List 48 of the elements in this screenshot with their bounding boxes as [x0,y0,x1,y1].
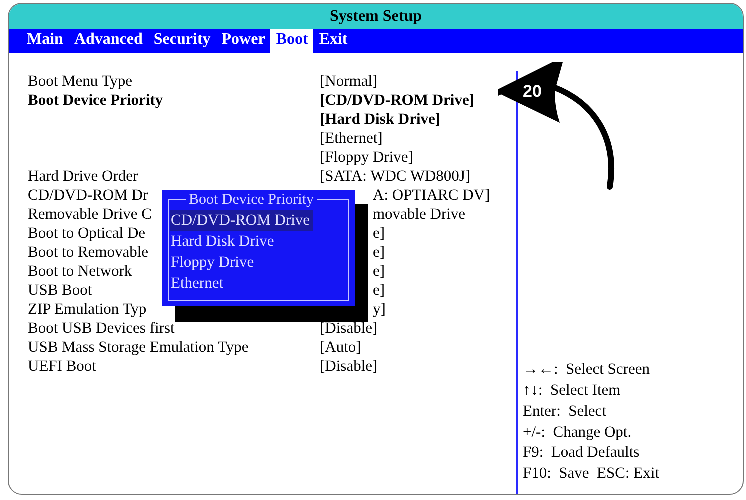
menu-tab[interactable]: Advanced [68,29,148,53]
key-hint: Enter: Select [523,402,606,422]
setting-value[interactable]: movable Drive [373,205,466,224]
setting-label: ZIP Emulation Typ [28,300,147,319]
setting-label: UEFI Boot [28,357,96,376]
setting-value[interactable]: [Disable] [320,357,378,376]
setting-value[interactable]: [Auto] [320,338,362,357]
key-hint: ↑↓: Select Item [523,381,621,402]
setting-value[interactable]: [SATA: WDC WD800J] [320,167,471,186]
setting-value[interactable]: [Normal] [320,72,378,91]
setting-value[interactable]: e] [373,262,386,281]
popup-option[interactable]: Ethernet [170,273,227,294]
setting-label: Boot Menu Type [28,72,133,91]
setting-value[interactable]: y] [373,300,386,319]
menu-tab[interactable]: Boot [270,29,314,53]
menu-tab[interactable]: Security [148,29,216,53]
setting-label: Boot to Optical De [28,224,146,243]
setting-value[interactable]: e] [373,224,386,243]
setting-value[interactable]: [CD/DVD-ROM Drive] [320,91,475,110]
key-hint: F10: Save ESC: Exit [523,464,660,484]
popup-option[interactable]: Floppy Drive [170,252,258,273]
setting-label: Removable Drive C [28,205,152,224]
setting-value[interactable]: e] [373,243,386,262]
popup-option[interactable]: CD/DVD-ROM Drive [170,210,314,231]
key-hint: F9: Load Defaults [523,443,640,464]
setting-label: Boot to Network [28,262,132,281]
setting-value[interactable]: [Floppy Drive] [320,148,414,167]
setting-label: Boot USB Devices first [28,319,175,338]
menu-tab[interactable]: Exit [313,29,353,53]
setting-value[interactable]: [Ethernet] [320,129,383,148]
menu-tab[interactable]: Power [216,29,270,53]
window-title: System Setup [330,8,422,26]
setting-label: Hard Drive Order [28,167,138,186]
setting-value[interactable]: [Disable] [320,319,378,338]
setting-label: Boot Device Priority [28,91,164,110]
key-hint: +/-: Change Opt. [523,422,632,443]
setting-value[interactable]: [Hard Disk Drive] [320,110,441,129]
setting-label: USB Mass Storage Emulation Type [28,338,249,357]
popup-option[interactable]: Hard Disk Drive [170,231,278,252]
setting-value[interactable]: A: OPTIARC DV] [373,186,490,205]
callout-number: 20 [523,83,542,101]
setting-label: CD/DVD-ROM Dr [28,186,148,205]
key-hint: →←: Select Screen [523,360,650,380]
setting-value[interactable]: e] [373,281,386,300]
setting-label: Boot to Removable [28,243,149,262]
setting-label: USB Boot [28,281,92,300]
menu-tab[interactable]: Main [21,29,68,53]
popup-title: Boot Device Priority [186,192,317,209]
